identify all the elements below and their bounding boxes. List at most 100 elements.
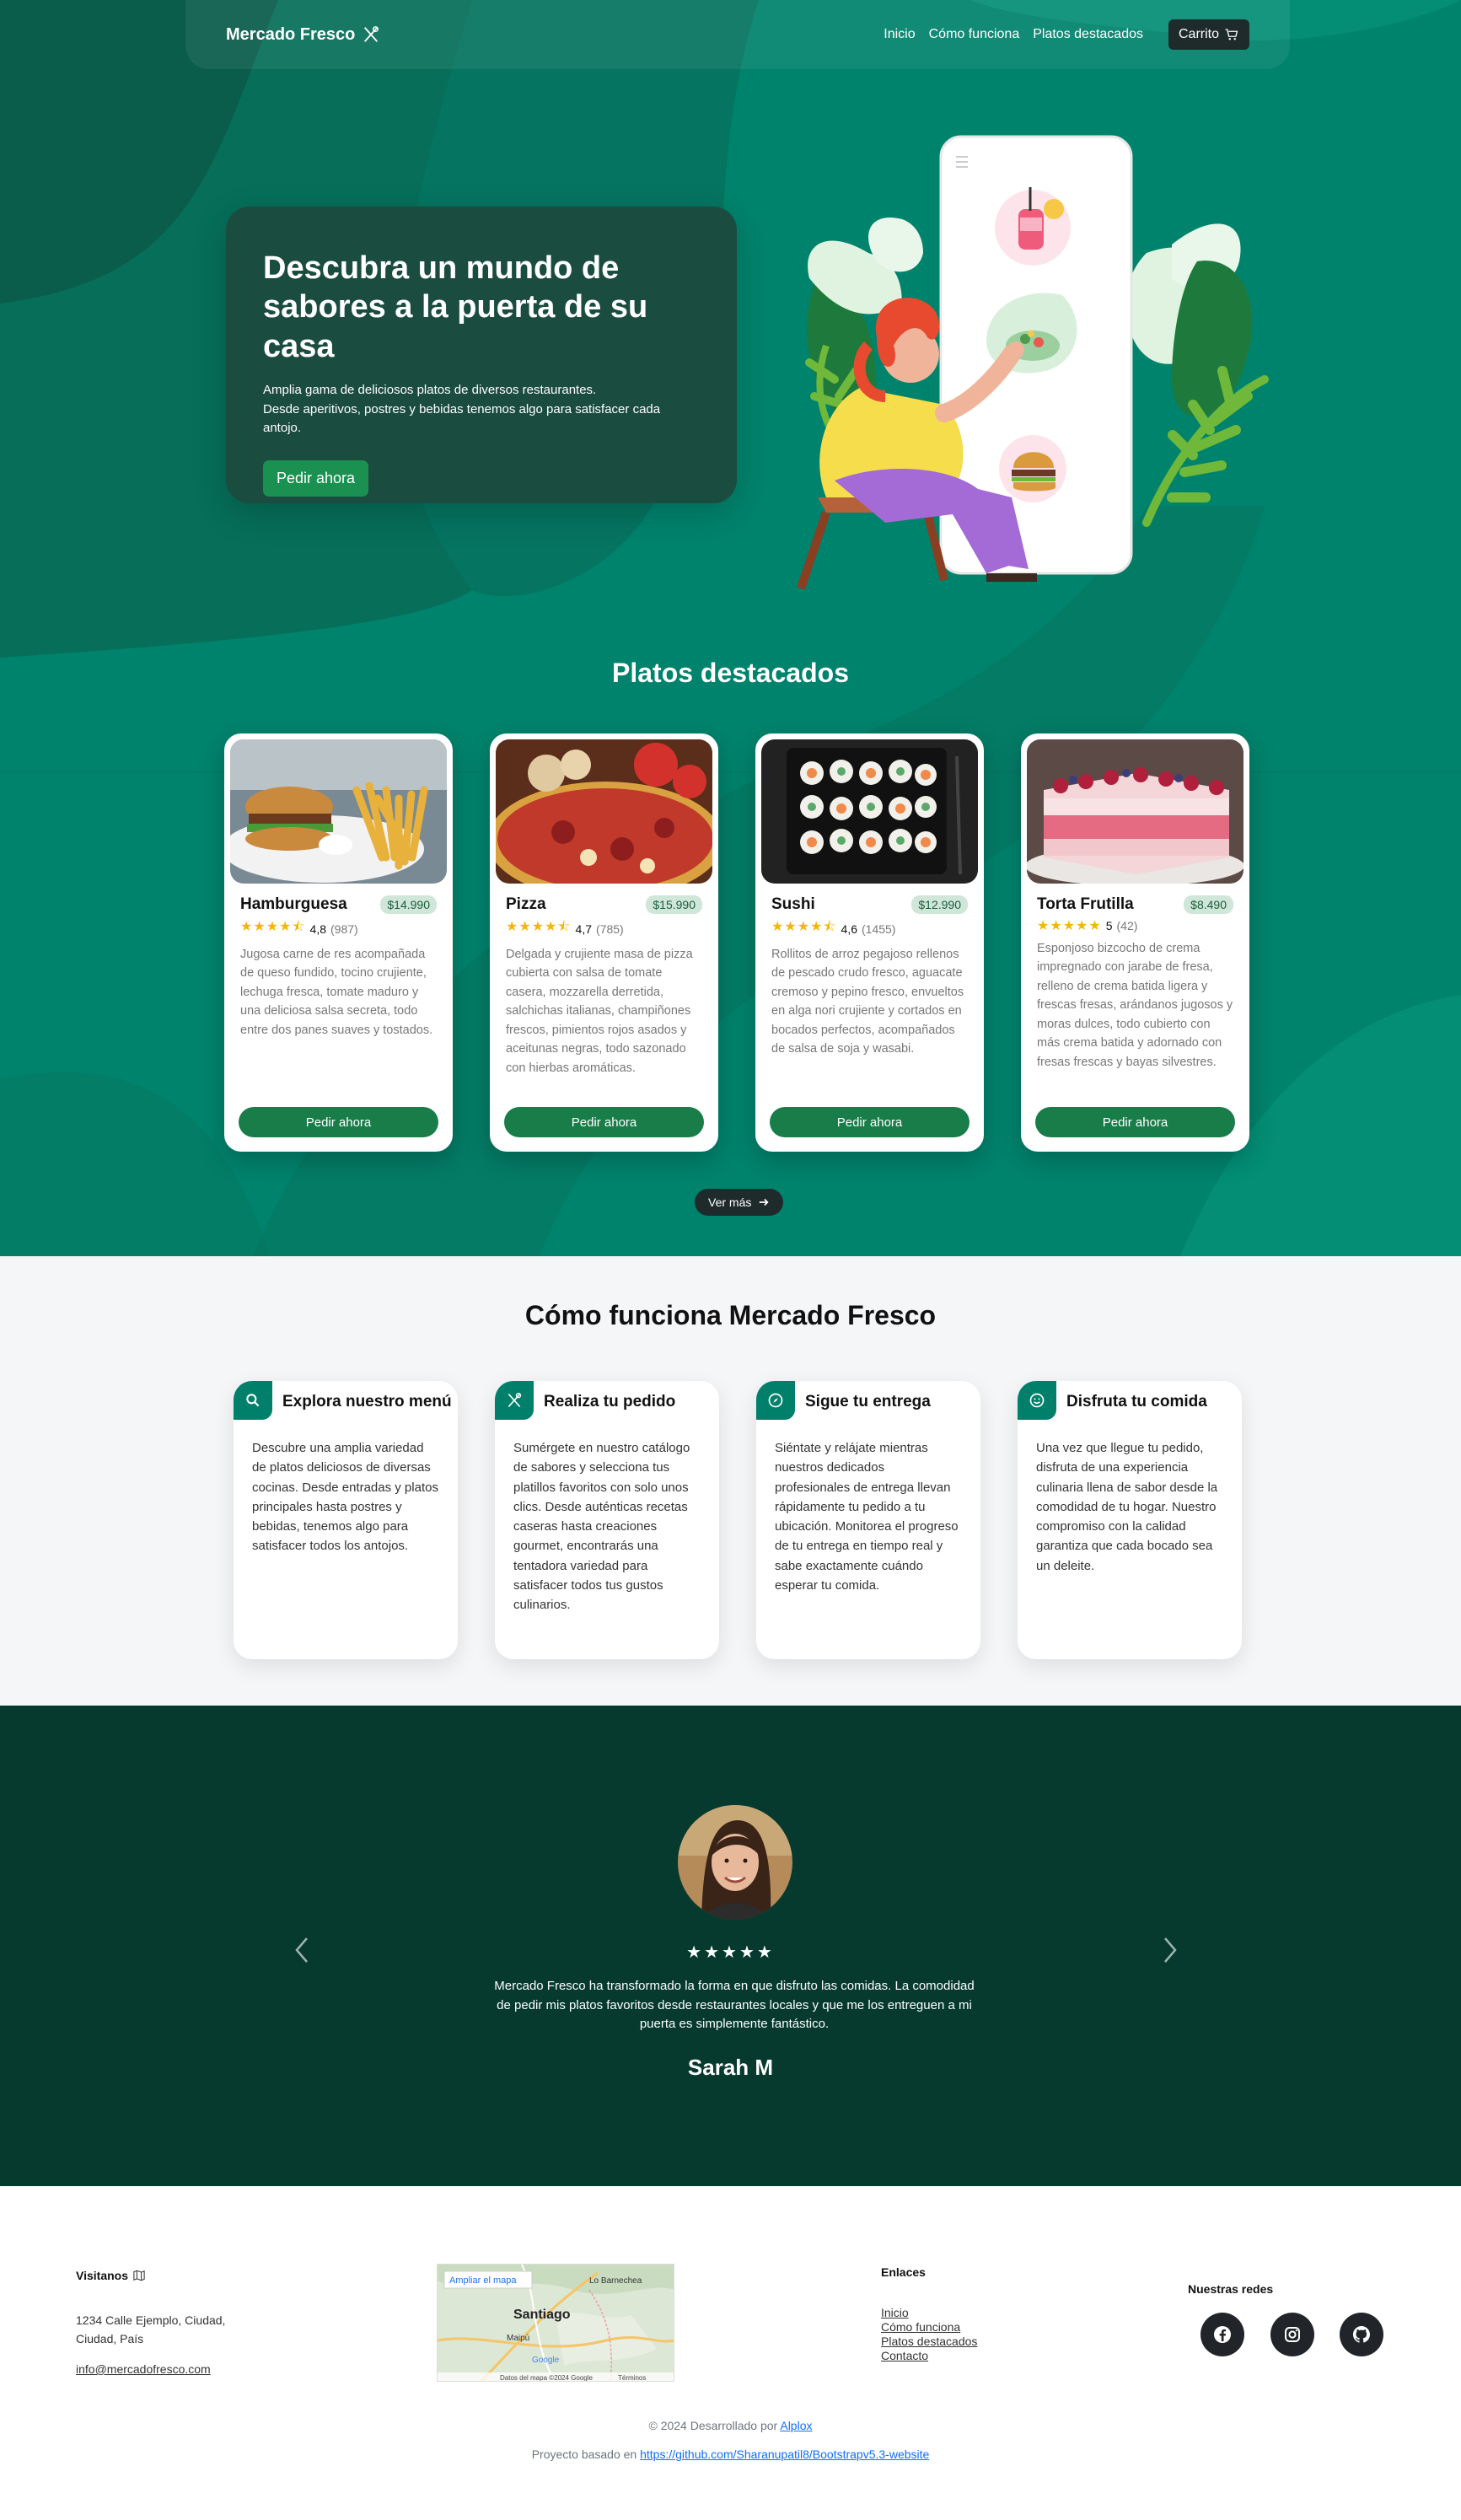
order-button-sushi[interactable]: Pedir ahora <box>770 1107 970 1137</box>
footer-link-contacto[interactable]: Contacto <box>881 2349 977 2362</box>
dish-description: Rollitos de arroz pegajoso rellenos de p… <box>771 948 964 1056</box>
hero-line-1: Amplia gama de deliciosos platos de dive… <box>263 383 597 398</box>
cart-icon <box>1225 29 1238 40</box>
project-prefix: Proyecto basado en <box>531 2447 637 2461</box>
dish-rating: ★★★★⯪ 4,7 (785) <box>506 917 702 940</box>
step-title: Explora nuestro menú <box>282 1393 452 1410</box>
email-link[interactable]: info@mercadofresco.com <box>76 2362 211 2376</box>
order-button-pizza[interactable]: Pedir ahora <box>504 1107 704 1137</box>
hero-order-button[interactable]: Pedir ahora <box>263 459 369 497</box>
how-it-works-title: Cómo funciona Mercado Fresco <box>524 1300 937 1330</box>
carousel-prev-button[interactable] <box>292 1933 312 1967</box>
rating-stars-icon: ★★★★⯪ <box>506 920 572 934</box>
dish-image-sushi <box>761 739 978 884</box>
testimonial-author: Sarah M <box>687 2055 774 2080</box>
chevron-left-icon <box>295 1937 308 1963</box>
step-title: Realiza tu pedido <box>544 1393 676 1410</box>
author-link[interactable]: Alplox <box>780 2419 812 2432</box>
carousel-next-button[interactable] <box>1160 1933 1180 1967</box>
dish-name: Hamburguesa <box>240 895 347 913</box>
rating-count: (785) <box>596 921 624 936</box>
order-button-torta-frutilla[interactable]: Pedir ahora <box>1035 1107 1235 1137</box>
social-heading: Nuestras redes <box>1188 2282 1274 2296</box>
rating-count: (987) <box>330 921 358 936</box>
dish-card-hamburguesa: Hamburguesa $14.990 ★★★★⯪ 4,8 (987) Jugo… <box>224 733 453 1152</box>
arrow-right-icon <box>760 1198 769 1206</box>
compass-icon <box>768 1393 783 1408</box>
dish-card-torta-frutilla: Torta Frutilla $8.490 ★★★★★ 5 (42) Espon… <box>1021 733 1249 1152</box>
step-card-enjoy: Disfruta tu comida Una vez que llegue tu… <box>1018 1381 1242 1659</box>
links-heading: Enlaces <box>881 2265 926 2279</box>
map-embed[interactable]: Ampliar el mapa Lo Barnechea Santiago Ma… <box>437 2264 674 2382</box>
dish-description: Esponjoso bizcocho de crema impregnado c… <box>1037 942 1233 1069</box>
copyright: © 2024 Desarrollado por Alplox <box>0 2419 1461 2432</box>
steps-row: Explora nuestro menú Descubre una amplia… <box>234 1381 1242 1659</box>
dish-header: Torta Frutilla $8.490 <box>1037 895 1233 914</box>
order-button-hamburguesa[interactable]: Pedir ahora <box>239 1107 438 1137</box>
nav-link-platos-destacados[interactable]: Platos destacados <box>1033 27 1143 42</box>
dish-description: Delgada y crujiente masa de pizza cubier… <box>506 948 693 1075</box>
step-text: Siéntate y relájate mientras nuestros de… <box>775 1441 959 1593</box>
cake-photo <box>1027 739 1243 884</box>
dish-image-torta-frutilla <box>1027 739 1243 884</box>
map-label-maipu: Maipú <box>507 2334 529 2343</box>
step-text: Descubre una amplia variedad de platos d… <box>252 1441 438 1554</box>
footer-link-inicio[interactable]: Inicio <box>881 2306 977 2319</box>
step-card-track: Sigue tu entrega Siéntate y relájate mie… <box>756 1381 980 1659</box>
step-text: Una vez que llegue tu pedido, disfruta d… <box>1036 1441 1218 1573</box>
project-credit: Proyecto basado en https://github.com/Sh… <box>0 2447 1461 2461</box>
rating-stars-icon: ★★★★⯪ <box>771 920 837 934</box>
dish-rating: ★★★★⯪ 4,6 (1455) <box>771 917 968 940</box>
step-title: Disfruta tu comida <box>1066 1393 1207 1410</box>
rating-value: 5 <box>1105 919 1113 932</box>
footer-link-como-funciona[interactable]: Cómo funciona <box>881 2320 977 2334</box>
dish-name: Pizza <box>506 895 546 913</box>
rating-count: (42) <box>1116 919 1138 932</box>
sushi-photo <box>761 739 978 884</box>
dish-name: Sushi <box>771 895 815 913</box>
dish-body: Pizza $15.990 ★★★★⯪ 4,7 (785) Delgada y … <box>496 884 712 1077</box>
map-enlarge-link[interactable]: Ampliar el mapa <box>449 2276 517 2286</box>
visit-heading: Visitanos <box>76 2269 145 2282</box>
facebook-icon <box>1214 2326 1231 2343</box>
hero-section: Mercado Fresco Inicio Cómo funciona Plat… <box>0 0 1461 1256</box>
chevron-right-icon <box>1164 1937 1177 1963</box>
see-more-button[interactable]: Ver más <box>695 1189 784 1216</box>
dish-body: Hamburguesa $14.990 ★★★★⯪ 4,8 (987) Jugo… <box>230 884 447 1040</box>
brand-name: Mercado Fresco <box>226 24 356 44</box>
utensils-icon <box>364 26 379 42</box>
hero-line-2: Desde aperitivos, postres y bebidas tene… <box>263 401 661 436</box>
dish-price: $8.490 <box>1184 895 1233 914</box>
featured-title: Platos destacados <box>612 658 849 688</box>
search-icon <box>246 1394 260 1407</box>
map-google-logo: Google <box>532 2356 560 2365</box>
cart-button[interactable]: Carrito <box>1168 19 1249 50</box>
address-text: 1234 Calle Ejemplo, Ciudad, Ciudad, País <box>76 2313 226 2346</box>
facebook-button[interactable] <box>1200 2313 1244 2356</box>
step-card-order: Realiza tu pedido Sumérgete en nuestro c… <box>495 1381 719 1659</box>
nav-link-inicio[interactable]: Inicio <box>884 27 915 42</box>
instagram-icon <box>1285 2327 1300 2342</box>
smile-icon <box>1029 1393 1045 1408</box>
map-terms-link[interactable]: Términos <box>618 2374 646 2382</box>
nav-link-como-funciona[interactable]: Cómo funciona <box>929 27 1020 42</box>
pizza-photo <box>496 739 712 884</box>
testimonial-section: ★★★★★ Mercado Fresco ha transformado la … <box>0 1706 1461 2186</box>
hero-illustration <box>797 135 1269 590</box>
dish-price: $15.990 <box>646 895 702 914</box>
dish-price: $12.990 <box>911 895 968 914</box>
dish-price: $14.990 <box>380 895 437 914</box>
github-button[interactable] <box>1340 2313 1383 2356</box>
project-link[interactable]: https://github.com/Sharanupatil8/Bootstr… <box>640 2447 929 2461</box>
brand-logo[interactable]: Mercado Fresco <box>226 25 380 45</box>
step-title: Sigue tu entrega <box>805 1393 931 1410</box>
dish-header: Pizza $15.990 <box>506 895 702 914</box>
dish-image-hamburguesa <box>230 739 447 884</box>
map-label-santiago: Santiago <box>513 2308 571 2322</box>
map-icon <box>133 2270 145 2281</box>
github-icon <box>1353 2326 1370 2343</box>
email-paragraph: info@mercadofresco.com <box>76 2360 211 2378</box>
footer-link-platos-destacados[interactable]: Platos destacados <box>881 2335 977 2348</box>
instagram-button[interactable] <box>1270 2313 1314 2356</box>
dish-body: Sushi $12.990 ★★★★⯪ 4,6 (1455) Rollitos … <box>761 884 978 1059</box>
